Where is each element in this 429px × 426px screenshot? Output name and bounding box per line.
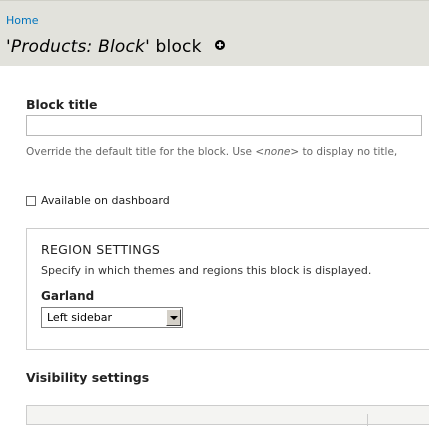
block-title-label: Block title: [26, 97, 98, 112]
region-select-value[interactable]: Left sidebar: [47, 311, 112, 324]
page-title-block-name: Products: Block: [10, 37, 146, 57]
block-title-description-tail: to display no title,: [299, 146, 398, 158]
dashboard-checkbox-label[interactable]: Available on dashboard: [41, 194, 170, 207]
page-header: Home 'Products: Block' block: [0, 0, 429, 66]
breadcrumb-home-link[interactable]: Home: [6, 14, 38, 27]
none-token: <none>: [255, 146, 300, 158]
dashboard-checkbox-row[interactable]: Available on dashboard: [26, 194, 170, 207]
region-select[interactable]: Left sidebar: [41, 307, 183, 328]
dashboard-checkbox[interactable]: [26, 195, 36, 206]
chevron-down-icon[interactable]: [166, 309, 181, 326]
page-title: 'Products: Block' block: [6, 35, 226, 57]
panel-divider: [367, 414, 368, 426]
block-title-description-text: Override the default title for the block…: [26, 146, 256, 158]
region-settings-description: Specify in which themes and regions this…: [41, 264, 372, 277]
visibility-tabs-panel: [26, 405, 429, 426]
visibility-settings-heading: Visibility settings: [26, 370, 150, 385]
plus-circle-icon[interactable]: [215, 35, 226, 55]
page-title-suffix: ' block: [145, 37, 202, 57]
region-settings-fieldset: REGION SETTINGS Specify in which themes …: [26, 228, 429, 350]
garland-theme-label: Garland: [41, 289, 95, 303]
block-title-input[interactable]: [26, 115, 422, 136]
block-title-description: Override the default title for the block…: [26, 146, 397, 158]
region-settings-legend: REGION SETTINGS: [41, 242, 161, 257]
